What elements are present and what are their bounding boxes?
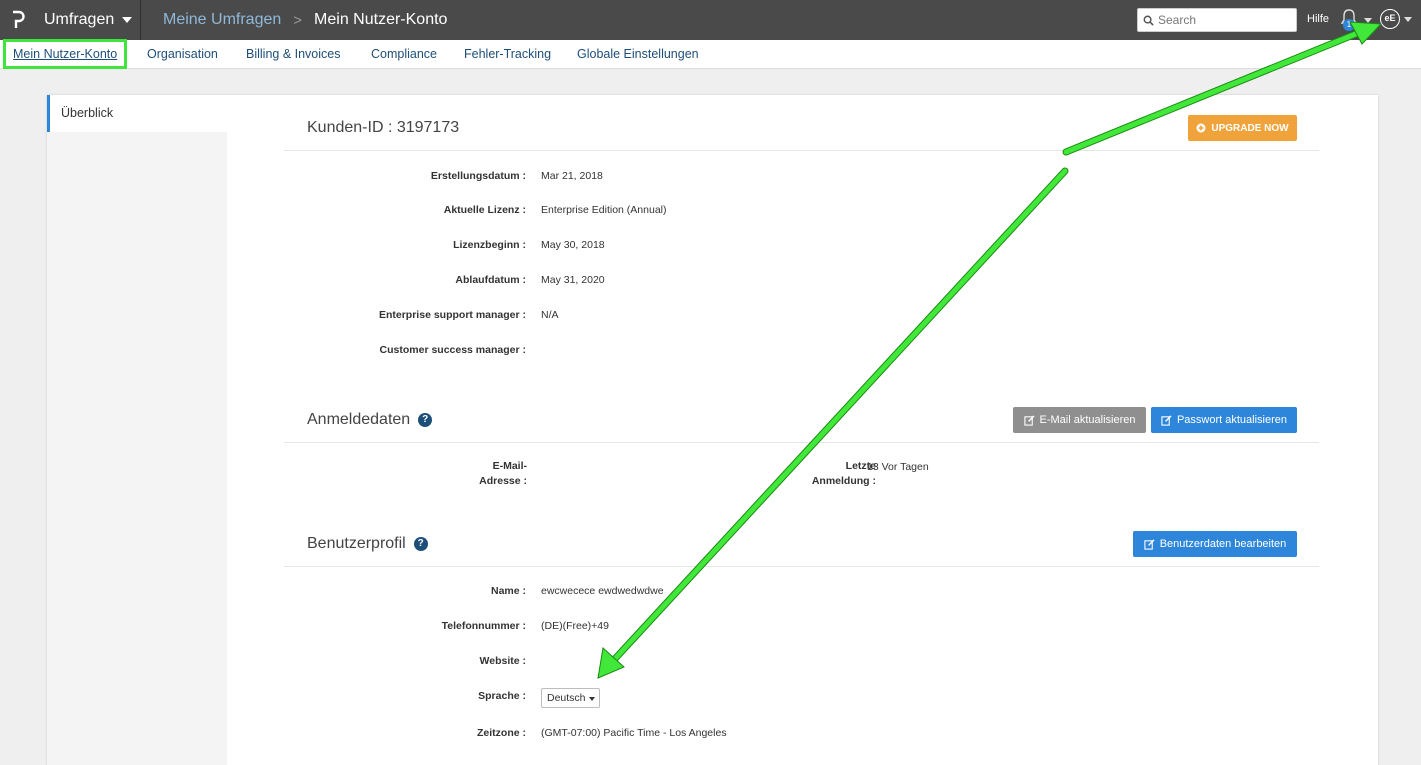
p-logo-icon[interactable]: [0, 0, 36, 40]
breadcrumb-parent[interactable]: Meine Umfragen: [163, 11, 281, 29]
field-value: ewcwecece ewdwedwdwe: [541, 585, 664, 597]
email-label-line2: Adresse :: [479, 475, 527, 487]
field-label: Customer success manager :: [379, 344, 526, 356]
field-label: Sprache :: [478, 690, 526, 702]
tab-globale-einstellungen[interactable]: Globale Einstellungen: [577, 40, 699, 68]
sidebar-item-ueberblick[interactable]: Überblick: [47, 95, 227, 132]
divider: [284, 566, 1319, 567]
account-card: Überblick Kunden-ID : 3197173 UPGRADE NO…: [47, 95, 1378, 765]
language-select-value: Deutsch: [547, 692, 586, 704]
customer-id-text: Kunden-ID : 3197173: [307, 119, 460, 136]
edit-profile-button[interactable]: Benutzerdaten bearbeiten: [1133, 531, 1297, 557]
field-label: Aktuelle Lizenz :: [443, 204, 526, 216]
edit-icon: [1023, 414, 1035, 426]
field-label: Telefonnummer :: [441, 620, 526, 632]
app-name: Umfragen: [44, 11, 115, 28]
breadcrumb-separator: >: [293, 11, 303, 29]
plus-circle-icon: [1196, 123, 1206, 133]
search-input[interactable]: [1154, 13, 1288, 27]
edit-profile-label: Benutzerdaten bearbeiten: [1159, 538, 1287, 550]
profile-title-text: Benutzerprofil: [307, 535, 406, 552]
sidebar: [47, 132, 227, 765]
breadcrumb: Meine Umfragen > Mein Nutzer-Konto: [163, 0, 447, 40]
question-circle-icon[interactable]: ?: [418, 413, 433, 427]
field-value: N/A: [541, 309, 559, 321]
search-box[interactable]: [1137, 8, 1297, 32]
divider: [284, 442, 1319, 443]
email-label-line1: E-Mail-: [492, 460, 527, 472]
top-bar: Umfragen Meine Umfragen > Mein Nutzer-Ko…: [0, 0, 1421, 40]
field-value: May 30, 2018: [541, 239, 605, 251]
field-value: (DE)(Free)+49: [541, 620, 609, 632]
field-label: Lizenzbeginn :: [453, 239, 526, 251]
app-switcher[interactable]: Umfragen: [36, 0, 140, 40]
login-title-text: Anmeldedaten: [307, 411, 411, 428]
notification-count-badge: 1: [1343, 19, 1355, 31]
email-label: E-Mail- Adresse :: [447, 459, 527, 489]
tab-billing-invoices[interactable]: Billing & Invoices: [246, 40, 341, 68]
field-value: (GMT-07:00) Pacific Time - Los Angeles: [541, 727, 727, 739]
upgrade-now-button[interactable]: UPGRADE NOW: [1188, 115, 1297, 141]
divider: [284, 150, 1319, 151]
field-value: Enterprise Edition (Annual): [541, 204, 667, 216]
chevron-down-icon: [1364, 18, 1372, 23]
breadcrumb-current: Mein Nutzer-Konto: [314, 11, 448, 28]
language-select[interactable]: Deutsch: [541, 688, 600, 708]
upgrade-now-label: UPGRADE NOW: [1211, 122, 1289, 134]
update-password-button[interactable]: Passwort aktualisieren: [1151, 407, 1297, 433]
chevron-down-icon[interactable]: [1404, 17, 1412, 22]
field-label: Ablaufdatum :: [455, 274, 526, 286]
tab-mein-nutzer-konto[interactable]: Mein Nutzer-Konto: [3, 39, 128, 69]
field-value: Mar 21, 2018: [541, 170, 603, 182]
field-label: Erstellungsdatum :: [430, 170, 526, 182]
edit-icon: [1144, 538, 1155, 550]
tab-organisation[interactable]: Organisation: [147, 40, 218, 68]
tab-fehler-tracking[interactable]: Fehler-Tracking: [464, 40, 551, 68]
update-password-label: Passwort aktualisieren: [1176, 414, 1288, 426]
last-login-label: Letzte Anmeldung :: [786, 459, 876, 489]
update-email-button[interactable]: E-Mail aktualisieren: [1013, 407, 1146, 433]
question-circle-icon[interactable]: ?: [413, 537, 428, 551]
last-login-label-line1: Letzte: [845, 460, 876, 472]
field-label: Enterprise support manager :: [378, 309, 526, 321]
field-label: Name :: [490, 585, 526, 597]
last-login-value: 13 Vor Tagen: [867, 461, 929, 473]
user-avatar[interactable]: eE: [1380, 9, 1400, 29]
login-section-title: Anmeldedaten ?: [307, 411, 433, 429]
chevron-down-icon: [122, 17, 133, 23]
last-login-label-line2: Anmeldung :: [811, 475, 876, 487]
update-email-label: E-Mail aktualisieren: [1039, 414, 1136, 426]
field-value: May 31, 2020: [541, 274, 605, 286]
customer-id-title: Kunden-ID : 3197173: [307, 119, 459, 137]
notifications-button[interactable]: 1: [1340, 8, 1372, 32]
chevron-down-icon: [589, 697, 595, 701]
help-link[interactable]: Hilfe: [1307, 13, 1329, 25]
field-label: Zeitzone :: [477, 727, 526, 739]
profile-section-title: Benutzerprofil ?: [307, 535, 428, 553]
search-icon: [1143, 15, 1154, 26]
field-label: Website :: [479, 655, 526, 667]
account-subnav: Mein Nutzer-Konto Organisation Billing &…: [0, 39, 1421, 69]
edit-icon: [1161, 414, 1172, 426]
divider: [140, 0, 141, 40]
tab-compliance[interactable]: Compliance: [371, 40, 437, 68]
